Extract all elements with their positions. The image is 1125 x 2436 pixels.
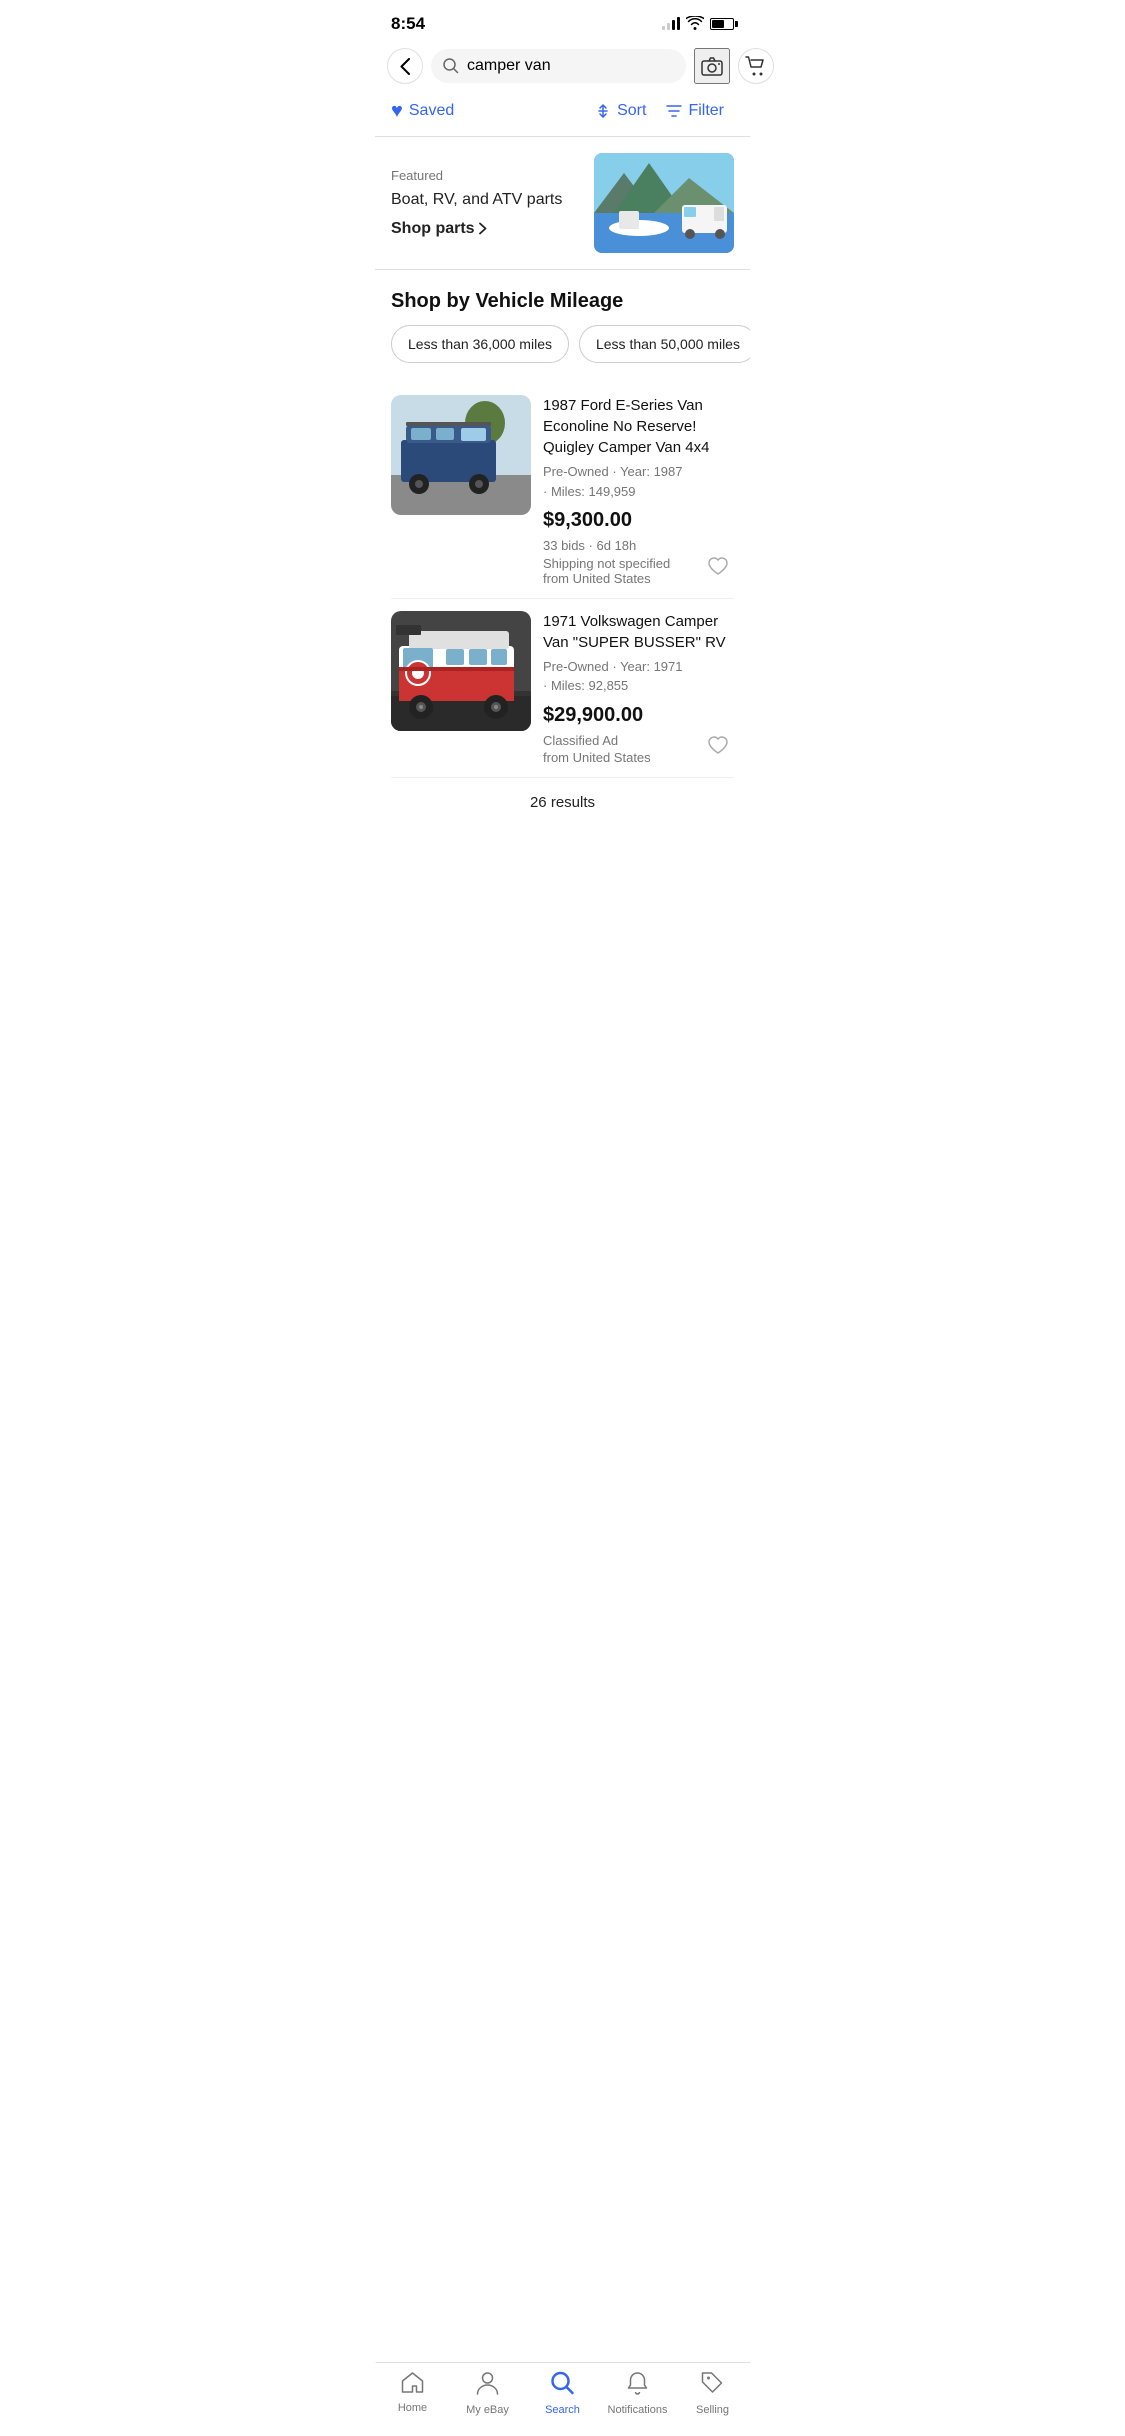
featured-text: Featured Boat, RV, and ATV parts Shop pa… <box>391 153 582 253</box>
sort-button[interactable]: Sort <box>585 98 656 124</box>
nav-home[interactable]: Home <box>383 2371 443 2416</box>
signal-icon <box>662 18 680 30</box>
nav-myebay-label: My eBay <box>466 2404 509 2416</box>
shop-parts-link[interactable]: Shop parts <box>391 220 582 238</box>
cart-icon <box>745 55 767 77</box>
listing-title-2: 1971 Volkswagen Camper Van "SUPER BUSSER… <box>543 611 734 653</box>
listing-item: 1971 Volkswagen Camper Van "SUPER BUSSER… <box>391 599 734 779</box>
status-icons <box>662 16 734 33</box>
listing-thumbnail-2 <box>391 611 531 731</box>
nav-myebay[interactable]: My eBay <box>458 2371 518 2416</box>
mileage-chips: Less than 36,000 miles Less than 50,000 … <box>375 325 750 383</box>
listing-title-1: 1987 Ford E-Series Van Econoline No Rese… <box>543 395 734 458</box>
search-input[interactable] <box>467 57 674 75</box>
nav-selling-label: Selling <box>696 2404 729 2416</box>
nav-home-label: Home <box>398 2402 427 2414</box>
search-icon <box>443 58 459 74</box>
mileage-chip-50k[interactable]: Less than 50,000 miles <box>579 325 750 363</box>
filter-row: ♥ Saved Sort Filter <box>375 94 750 136</box>
featured-image <box>594 153 734 253</box>
listing-meta-2: Pre-Owned · Year: 1971· Miles: 92,855 <box>543 657 734 696</box>
mileage-chip-36k[interactable]: Less than 36,000 miles <box>391 325 569 363</box>
cart-button[interactable] <box>738 48 774 84</box>
listing-thumbnail-1 <box>391 395 531 515</box>
listing-meta-1: Pre-Owned · Year: 1987· Miles: 149,959 <box>543 462 734 501</box>
nav-search[interactable]: Search <box>533 2371 593 2416</box>
featured-banner: Featured Boat, RV, and ATV parts Shop pa… <box>375 137 750 269</box>
bell-icon <box>627 2371 649 2400</box>
results-count: 26 results <box>375 778 750 827</box>
listing-image-ford <box>391 395 531 515</box>
status-bar: 8:54 <box>375 0 750 42</box>
bottom-nav: Home My eBay Search Notifications <box>375 2362 750 2436</box>
listings-container: 1987 Ford E-Series Van Econoline No Rese… <box>375 383 750 778</box>
search-nav-icon <box>551 2371 575 2400</box>
listing-image-vw <box>391 611 531 731</box>
chevron-right-icon <box>479 222 487 235</box>
saved-label: Saved <box>409 102 454 120</box>
battery-icon <box>710 18 734 30</box>
person-icon <box>477 2371 499 2400</box>
featured-label: Featured <box>391 168 582 183</box>
tag-icon <box>702 2371 724 2400</box>
mileage-section-title: Shop by Vehicle Mileage <box>375 270 750 325</box>
filter-label: Filter <box>688 102 724 120</box>
nav-selling[interactable]: Selling <box>683 2371 743 2416</box>
listing-item: 1987 Ford E-Series Van Econoline No Rese… <box>391 383 734 599</box>
nav-notifications-label: Notifications <box>608 2404 668 2416</box>
listing-price-1: $9,300.00 <box>543 509 734 532</box>
sort-icon <box>595 103 611 119</box>
save-listing-button-2[interactable] <box>702 729 734 761</box>
wifi-icon <box>686 16 704 33</box>
featured-scene <box>594 153 734 253</box>
sort-label: Sort <box>617 102 646 120</box>
camera-button[interactable] <box>694 48 730 84</box>
nav-notifications[interactable]: Notifications <box>608 2371 668 2416</box>
search-bar-row <box>375 42 750 94</box>
saved-button[interactable]: ♥ Saved <box>391 100 454 123</box>
save-listing-button-1[interactable] <box>702 550 734 582</box>
shop-by-mileage-section: Shop by Vehicle Mileage Less than 36,000… <box>375 270 750 383</box>
status-time: 8:54 <box>391 14 425 34</box>
search-input-wrapper[interactable] <box>431 49 686 83</box>
shop-parts-label: Shop parts <box>391 220 475 238</box>
home-icon <box>401 2371 425 2398</box>
featured-title: Boat, RV, and ATV parts <box>391 189 582 211</box>
nav-search-label: Search <box>545 2404 580 2416</box>
saved-heart-icon: ♥ <box>391 100 403 123</box>
camera-icon <box>701 56 723 76</box>
back-button[interactable] <box>387 48 423 84</box>
listing-price-2: $29,900.00 <box>543 704 734 727</box>
filter-button[interactable]: Filter <box>656 98 734 124</box>
filter-icon <box>666 104 682 118</box>
